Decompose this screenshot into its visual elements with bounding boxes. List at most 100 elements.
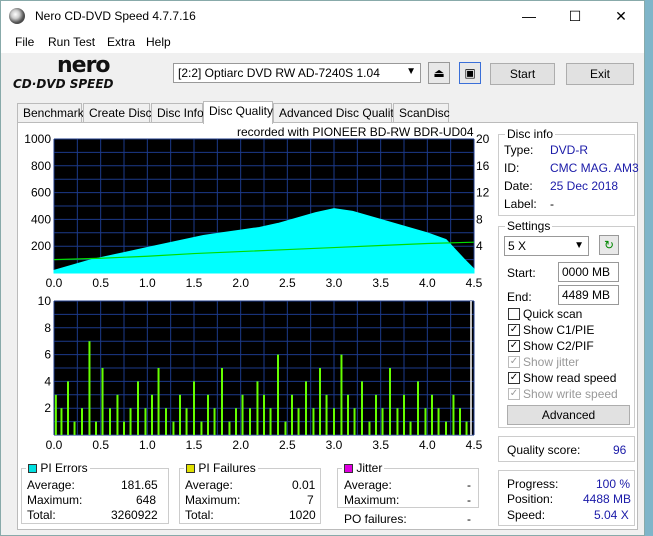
disc-date-value: 25 Dec 2018: [550, 179, 619, 193]
menu-run-test[interactable]: Run Test: [48, 35, 95, 49]
po-failures-value: -: [467, 512, 471, 526]
y-tick-label: 2: [44, 401, 51, 415]
start-button[interactable]: Start: [490, 63, 555, 85]
refresh-button[interactable]: ↻: [599, 235, 619, 255]
x-tick-label: 2.5: [279, 438, 296, 452]
disc-id-label: ID:: [504, 161, 520, 175]
speed-label: Speed:: [507, 508, 546, 522]
exit-button[interactable]: Exit: [566, 63, 634, 85]
pi-errors-average-value: 181.65: [121, 478, 158, 492]
menu-bar: File Run Test Extra Help: [1, 31, 644, 53]
minimize-button[interactable]: —: [506, 1, 552, 31]
x-tick-label: 2.0: [232, 276, 249, 290]
position-value: 4488 MB: [583, 492, 632, 506]
tab-advanced-disc-quality[interactable]: Advanced Disc Quality: [273, 103, 400, 123]
maximize-button[interactable]: ☐: [552, 1, 598, 31]
x-tick-label: 3.5: [372, 276, 389, 290]
advanced-button[interactable]: Advanced: [507, 405, 630, 425]
checkbox-label: Quick scan: [523, 307, 583, 321]
pi-errors-swatch: [28, 464, 37, 473]
app-window: Nero CD-DVD Speed 4.7.7.16 — ☐ ✕ File Ru…: [0, 0, 645, 536]
pi-failures-maximum-value: 7: [307, 493, 314, 507]
jitter-average-value: -: [467, 478, 471, 492]
pi-failures-title-wrap: PI Failures: [184, 461, 258, 475]
checkbox-3: ✓: [508, 356, 520, 368]
checkbox-0[interactable]: [508, 308, 520, 320]
tab-scandisc[interactable]: ScanDisc: [393, 103, 450, 123]
x-tick-label: 1.5: [186, 276, 203, 290]
menu-help[interactable]: Help: [146, 35, 171, 49]
disc-label-label: Label:: [504, 197, 537, 211]
x-tick-label: 4.5: [466, 276, 483, 290]
x-tick-label: 1.0: [139, 276, 156, 290]
app-disc-icon: [9, 8, 25, 24]
checkbox-2[interactable]: ✓: [508, 340, 520, 352]
title-bar[interactable]: Nero CD-DVD Speed 4.7.7.16 — ☐ ✕: [1, 1, 644, 31]
jitter-maximum-value: -: [467, 493, 471, 507]
y-tick-label: 200: [31, 239, 51, 253]
jitter-average-label: Average:: [344, 478, 392, 492]
x-tick-label: 3.0: [326, 276, 343, 290]
checkbox-label: Show C1/PIE: [523, 323, 595, 337]
start-input[interactable]: 0000 MB: [558, 262, 619, 282]
pi-failures-title: PI Failures: [198, 461, 256, 475]
x-tick-label: 3.0: [326, 438, 343, 452]
x-tick-label: 4.5: [466, 438, 483, 452]
y-tick-label: 400: [31, 212, 51, 226]
checkbox-1[interactable]: ✓: [508, 324, 520, 336]
y2-tick-label: 8: [476, 212, 483, 226]
speed-select-value: 5 X: [508, 239, 527, 253]
end-input[interactable]: 4489 MB: [558, 285, 619, 305]
checkbox-4[interactable]: ✓: [508, 372, 520, 384]
po-failures-label: PO failures:: [344, 512, 407, 526]
jitter-maximum-label: Maximum:: [344, 493, 400, 507]
drive-select[interactable]: [2:2] Optiarc DVD RW AD-7240S 1.04 ▼: [173, 63, 421, 83]
x-tick-label: 4.0: [419, 438, 436, 452]
checkbox-label: Show write speed: [523, 387, 618, 401]
disc-label-value: -: [550, 197, 554, 211]
menu-extra[interactable]: Extra: [107, 35, 135, 49]
y-tick-label: 4: [44, 374, 51, 388]
menu-file[interactable]: File: [15, 35, 34, 49]
y-tick-label: 800: [31, 159, 51, 173]
x-tick-label: 4.0: [419, 276, 436, 290]
progress-label: Progress:: [507, 477, 559, 491]
y-tick-label: 8: [44, 321, 51, 335]
y2-tick-label: 4: [476, 239, 483, 253]
quality-score-label: Quality score:: [507, 443, 581, 457]
y2-tick-label: 16: [476, 159, 490, 173]
x-tick-label: 1.0: [139, 438, 156, 452]
window-title: Nero CD-DVD Speed 4.7.7.16: [35, 9, 196, 23]
pi-failures-chart: 10 8 6 4 2 0.0 0.5 1.0 1.5 2.0 2.5 3.0 3.5 4.0 4.5: [38, 294, 483, 452]
close-button[interactable]: ✕: [598, 1, 644, 31]
x-tick-label: 1.5: [186, 438, 203, 452]
pi-errors-total-label: Total:: [27, 508, 56, 522]
y-tick-label: 1000: [24, 132, 51, 146]
x-tick-label: 0.5: [92, 438, 109, 452]
tab-disc-quality[interactable]: Disc Quality: [203, 101, 273, 124]
checkbox-label: Show jitter: [523, 355, 580, 369]
save-button[interactable]: ▣: [459, 62, 481, 84]
drive-select-value: [2:2] Optiarc DVD RW AD-7240S 1.04: [178, 66, 380, 80]
speed-select[interactable]: 5 X ▼: [504, 236, 589, 256]
quality-score-value: 96: [613, 443, 627, 457]
pi-failures-swatch: [186, 464, 195, 473]
jitter-swatch: [344, 464, 353, 473]
chevron-down-icon: ▼: [406, 66, 416, 77]
disc-type-label: Type:: [504, 143, 534, 157]
checkbox-label: Show read speed: [523, 371, 617, 385]
tab-disc-info[interactable]: Disc Info: [151, 103, 204, 123]
tab-benchmark[interactable]: Benchmark: [17, 103, 84, 123]
logo-nero-text: nero: [57, 53, 111, 78]
pi-errors-average-label: Average:: [27, 478, 75, 492]
pi-failures-total-label: Total:: [185, 508, 214, 522]
tab-create-disc[interactable]: Create Disc: [83, 103, 152, 123]
x-tick-label: 2.0: [232, 438, 249, 452]
pi-failures-maximum-label: Maximum:: [185, 493, 241, 507]
end-label: End:: [507, 290, 532, 304]
x-tick-label: 0.5: [92, 276, 109, 290]
eject-button[interactable]: ⏏: [428, 62, 450, 84]
jitter-title-wrap: Jitter: [342, 461, 385, 475]
x-tick-label: 0.0: [46, 276, 63, 290]
disc-type-value: DVD-R: [550, 143, 588, 157]
